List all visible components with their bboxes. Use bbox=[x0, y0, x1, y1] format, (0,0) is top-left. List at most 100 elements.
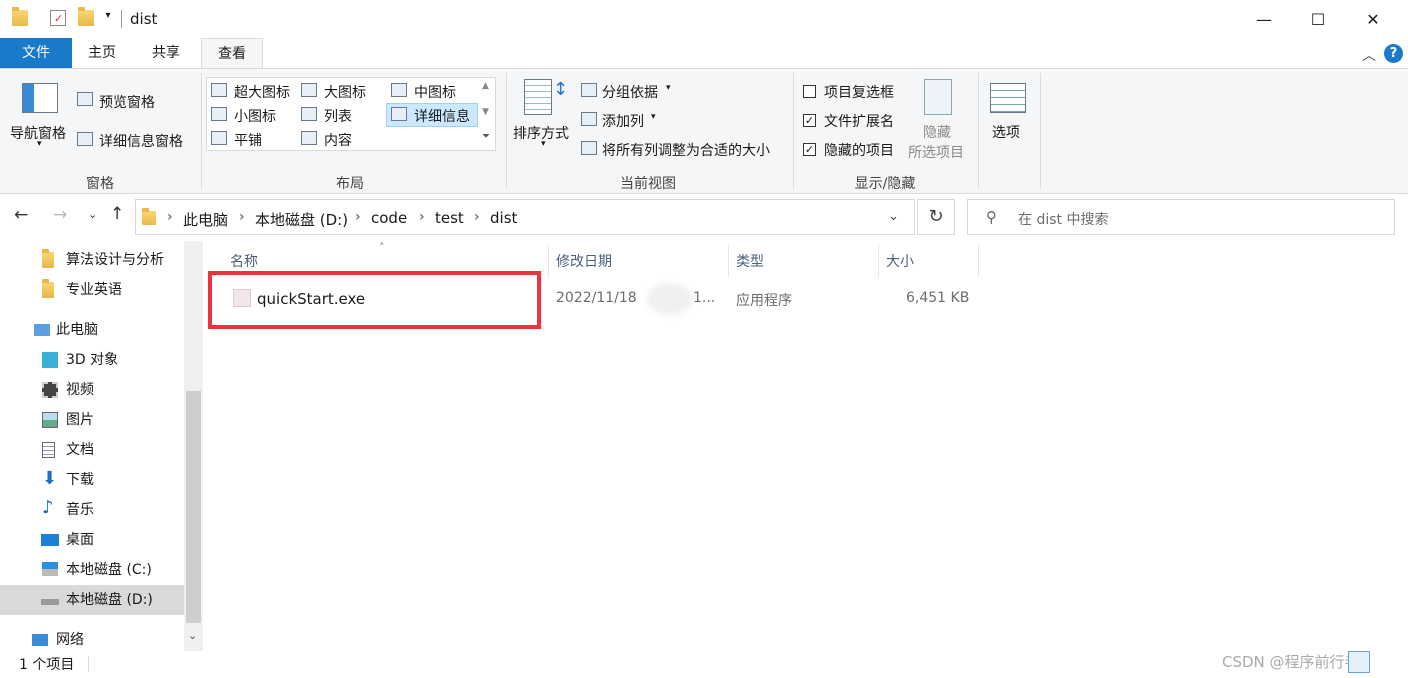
nav-item-drive-d[interactable]: 本地磁盘 (D:) bbox=[0, 585, 184, 615]
layout-medium-icons[interactable]: 中图标 bbox=[414, 82, 456, 102]
scroll-up-icon[interactable]: ▲ bbox=[482, 81, 489, 91]
nav-item-music[interactable]: ♪ 音乐 bbox=[0, 495, 184, 525]
nav-item-this-pc[interactable]: 此电脑 bbox=[0, 315, 184, 345]
hidden-items-checkbox[interactable]: ✓ bbox=[803, 143, 816, 156]
crumb-separator[interactable]: › bbox=[239, 209, 245, 225]
breadcrumb-dist[interactable]: dist bbox=[490, 209, 517, 227]
nav-item-pictures[interactable]: 图片 bbox=[0, 405, 184, 435]
address-bar[interactable]: › 此电脑 › 本地磁盘 (D:) › code › test › dist ⌄ bbox=[135, 199, 915, 235]
file-extensions-checkbox[interactable]: ✓ bbox=[803, 114, 816, 127]
blur-mask bbox=[647, 283, 693, 315]
video-icon bbox=[42, 382, 58, 398]
breadcrumb-code[interactable]: code bbox=[371, 209, 407, 227]
details-pane-button[interactable]: 详细信息窗格 bbox=[99, 131, 183, 151]
minimize-button[interactable]: — bbox=[1241, 0, 1287, 38]
file-extensions-label[interactable]: 文件扩展名 bbox=[824, 111, 894, 131]
refresh-button[interactable]: ↻ bbox=[917, 199, 955, 235]
chevron-down-icon[interactable]: ▾ bbox=[541, 139, 546, 149]
item-count: 1 个项目 bbox=[19, 657, 75, 673]
chevron-down-icon[interactable]: ▾ bbox=[666, 83, 671, 93]
nav-item-downloads[interactable]: ⬇ 下载 bbox=[0, 465, 184, 495]
layout-details[interactable]: 详细信息 bbox=[414, 106, 470, 126]
chevron-down-icon[interactable]: ⌄ bbox=[888, 209, 899, 224]
column-header-size[interactable]: 大小 bbox=[886, 251, 914, 271]
tab-home[interactable]: 主页 bbox=[72, 38, 132, 68]
collapse-ribbon-icon[interactable]: ︿ bbox=[1362, 45, 1376, 65]
column-header-separator[interactable] bbox=[878, 245, 879, 277]
fit-columns-button[interactable]: 将所有列调整为合适的大小 bbox=[602, 140, 770, 160]
picture-icon bbox=[42, 412, 58, 428]
group-by-button[interactable]: 分组依据 bbox=[602, 82, 658, 102]
properties-icon[interactable]: ✓ bbox=[50, 10, 66, 26]
ribbon-separator bbox=[201, 73, 202, 189]
status-bar: 1 个项目 CSDN @程序前行者 bbox=[0, 651, 1408, 678]
column-header-type[interactable]: 类型 bbox=[736, 251, 764, 271]
item-checkboxes-checkbox[interactable] bbox=[803, 85, 816, 98]
column-separator[interactable] bbox=[978, 245, 979, 277]
layout-list[interactable]: 列表 bbox=[324, 106, 352, 126]
crumb-separator[interactable]: › bbox=[167, 209, 173, 225]
chevron-down-icon[interactable]: ▾ bbox=[651, 112, 656, 122]
nav-item-desktop[interactable]: 桌面 bbox=[0, 525, 184, 555]
scroll-down-icon[interactable]: ⌄ bbox=[188, 629, 197, 642]
back-button[interactable]: ← bbox=[14, 205, 28, 225]
large-icons-view-button[interactable] bbox=[1378, 651, 1400, 673]
nav-item-algorithm[interactable]: 算法设计与分析 bbox=[0, 245, 184, 275]
recent-locations-button[interactable]: ⌄ bbox=[88, 208, 97, 221]
nav-item-label: 本地磁盘 (D:) bbox=[66, 592, 153, 608]
nav-item-3d-objects[interactable]: 3D 对象 bbox=[0, 345, 184, 375]
layout-tiles[interactable]: 平铺 bbox=[234, 130, 262, 150]
column-header-name[interactable]: 名称 bbox=[230, 251, 258, 271]
crumb-separator[interactable]: › bbox=[419, 209, 425, 225]
gallery-expand-icon[interactable]: ⏷ bbox=[482, 131, 490, 142]
layout-extra-large-icons[interactable]: 超大图标 bbox=[234, 82, 290, 102]
nav-item-videos[interactable]: 视频 bbox=[0, 375, 184, 405]
breadcrumb-test[interactable]: test bbox=[435, 209, 464, 227]
up-button[interactable]: ↑ bbox=[110, 204, 124, 224]
column-separator[interactable] bbox=[728, 245, 729, 277]
navigation-pane-icon[interactable] bbox=[22, 83, 58, 113]
breadcrumb-this-pc[interactable]: 此电脑 bbox=[183, 209, 228, 230]
sort-arrows-icon: ↕ bbox=[553, 79, 569, 100]
chevron-down-icon[interactable]: ▾ bbox=[37, 139, 42, 149]
search-icon: ⚲ bbox=[986, 208, 997, 226]
group-label-pane: 窗格 bbox=[86, 176, 114, 192]
ribbon-separator bbox=[1040, 73, 1041, 189]
layout-content[interactable]: 内容 bbox=[324, 130, 352, 150]
customize-quick-access-icon[interactable]: ▾ bbox=[100, 10, 116, 26]
column-header-date[interactable]: 修改日期 bbox=[556, 251, 612, 271]
forward-button[interactable]: → bbox=[53, 205, 67, 225]
nav-item-english[interactable]: 专业英语 bbox=[0, 275, 184, 305]
add-column-button[interactable]: 添加列 bbox=[602, 111, 644, 131]
nav-item-drive-c[interactable]: 本地磁盘 (C:) bbox=[0, 555, 184, 585]
scroll-down-icon[interactable]: ▼ bbox=[482, 107, 489, 117]
search-input[interactable]: ⚲ 在 dist 中搜索 bbox=[967, 199, 1395, 235]
item-checkboxes-label[interactable]: 项目复选框 bbox=[824, 82, 894, 102]
crumb-separator[interactable]: › bbox=[355, 209, 361, 225]
sort-by-icon[interactable] bbox=[524, 79, 552, 115]
hidden-items-label[interactable]: 隐藏的项目 bbox=[824, 140, 894, 160]
search-placeholder: 在 dist 中搜索 bbox=[1018, 212, 1109, 228]
breadcrumb-drive-d[interactable]: 本地磁盘 (D:) bbox=[255, 209, 348, 230]
tab-file[interactable]: 文件 bbox=[0, 38, 72, 68]
maximize-button[interactable]: ☐ bbox=[1295, 0, 1341, 38]
new-folder-icon[interactable] bbox=[78, 7, 94, 26]
layout-small-icons[interactable]: 小图标 bbox=[234, 106, 276, 126]
crumb-separator[interactable]: › bbox=[474, 209, 480, 225]
hide-selected-label-line1: 隐藏 bbox=[923, 125, 951, 141]
details-view-button[interactable] bbox=[1348, 651, 1370, 673]
layout-large-icons[interactable]: 大图标 bbox=[324, 82, 366, 102]
document-icon bbox=[42, 442, 55, 458]
tab-share[interactable]: 共享 bbox=[136, 38, 196, 68]
column-separator[interactable] bbox=[548, 245, 549, 277]
options-icon[interactable] bbox=[990, 83, 1026, 113]
nav-scrollbar-thumb[interactable] bbox=[186, 391, 201, 623]
close-button[interactable]: ✕ bbox=[1350, 0, 1396, 38]
nav-item-label: 此电脑 bbox=[56, 322, 98, 338]
tab-view[interactable]: 查看 bbox=[201, 38, 263, 69]
content-icon bbox=[301, 131, 317, 145]
nav-item-documents[interactable]: 文档 bbox=[0, 435, 184, 465]
help-icon[interactable]: ? bbox=[1384, 44, 1403, 63]
preview-pane-button[interactable]: 预览窗格 bbox=[99, 92, 155, 112]
options-button[interactable]: 选项 bbox=[992, 122, 1020, 142]
